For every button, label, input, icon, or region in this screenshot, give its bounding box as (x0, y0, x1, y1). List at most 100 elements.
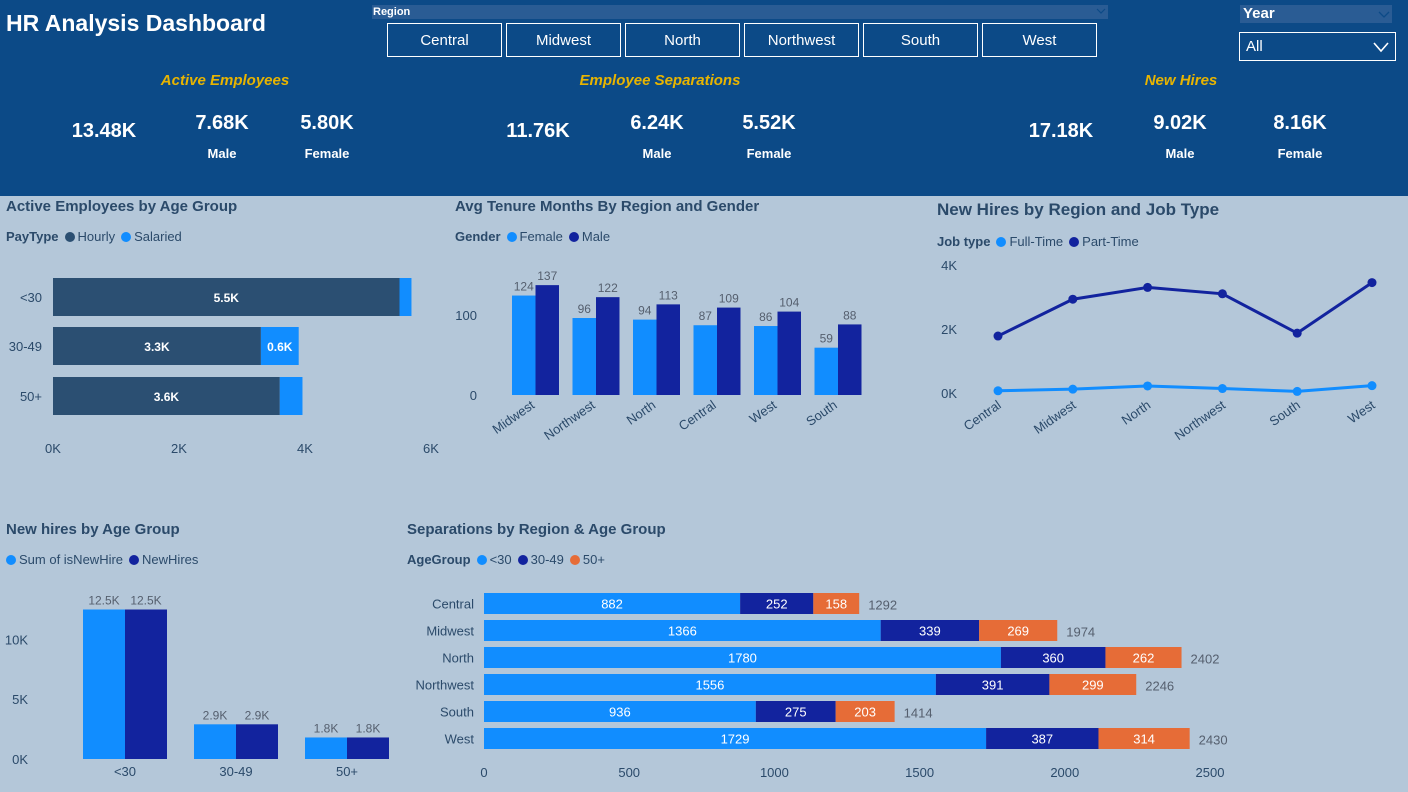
y-tick-label: 10K (5, 632, 28, 647)
chevron-down-icon[interactable] (1096, 6, 1106, 16)
y-tick-label: Northwest (415, 678, 474, 693)
bar (777, 311, 801, 395)
data-label: 109 (719, 292, 739, 306)
data-label: 5.5K (214, 291, 240, 305)
data-label: 0.6K (267, 340, 293, 354)
kpi-newhires-total: 17.18K (1028, 120, 1094, 142)
year-filter-label: Year (1240, 5, 1392, 23)
legend-item-under30[interactable]: <30 (476, 552, 512, 567)
data-label: 12.5K (88, 594, 119, 608)
region-button-south[interactable]: South (863, 23, 978, 57)
data-label: 391 (982, 678, 1004, 693)
total-label: 2246 (1145, 679, 1174, 694)
total-label: 1292 (868, 598, 897, 613)
legend-label: Part-Time (1082, 234, 1139, 249)
y-tick-label: West (445, 732, 475, 747)
x-tick-label: South (1266, 397, 1302, 429)
bar (754, 326, 778, 395)
legend-item-male[interactable]: Male (568, 229, 610, 244)
y-tick-label: Central (432, 597, 474, 612)
legend-item-full-time[interactable]: Full-Time (996, 234, 1063, 249)
data-label: 87 (699, 309, 713, 323)
data-point (1068, 384, 1078, 394)
legend-label: 30-49 (530, 552, 564, 567)
legend-dot-icon (6, 554, 16, 565)
data-label: 12.5K (130, 594, 161, 608)
legend-dot-icon (64, 231, 75, 242)
y-tick-label: North (442, 651, 474, 666)
chart-new-hires-job: 0K 2K 4K Central Midwest North Northwest South W… (941, 258, 1378, 443)
x-tick-label: Northwest (1172, 397, 1229, 443)
x-tick-label: 4K (297, 441, 313, 456)
y-tick-label: 5K (12, 692, 28, 707)
legend-item-50plus[interactable]: 50+ (569, 552, 605, 567)
legend-dot-icon (996, 236, 1007, 247)
region-button-west[interactable]: West (982, 23, 1097, 57)
data-label: 1366 (668, 624, 697, 639)
legend-item-sum-isnewhire[interactable]: Sum of isNewHire (6, 552, 123, 567)
x-tick-label: North (624, 397, 659, 428)
data-point (993, 331, 1003, 341)
legend-item-part-time[interactable]: Part-Time (1069, 234, 1139, 249)
data-point (1292, 328, 1302, 338)
data-label: 360 (1042, 651, 1064, 666)
data-label: 2.9K (203, 708, 228, 722)
region-button-northwest[interactable]: Northwest (744, 23, 859, 57)
data-label: 113 (659, 288, 678, 302)
legend-label: Hourly (77, 229, 116, 244)
data-label: 1.8K (356, 721, 381, 735)
region-filter-label: Region (372, 5, 1108, 19)
legend-item-newhires[interactable]: NewHires (129, 552, 198, 567)
data-label: 269 (1007, 624, 1029, 639)
chart-title-new-hires-job: New Hires by Region and Job Type (937, 200, 1220, 219)
bar (236, 724, 278, 759)
bar (693, 325, 717, 395)
year-select[interactable]: All (1239, 32, 1396, 61)
x-tick-label: 6K (423, 441, 439, 456)
y-tick-label: 0 (470, 388, 477, 403)
kpi-title-active: Active Employees (160, 72, 290, 89)
data-label: 387 (1031, 732, 1053, 747)
legend-avg-tenure: Gender Female Male (455, 229, 616, 244)
x-tick-label: 30-49 (219, 764, 252, 779)
legend-item-salaried[interactable]: Salaried (121, 229, 182, 244)
x-tick-label: 2500 (1196, 765, 1225, 780)
data-label: 1729 (721, 732, 750, 747)
bar (347, 737, 389, 759)
x-tick-label: South (803, 397, 839, 429)
chevron-down-icon[interactable] (1378, 9, 1390, 19)
data-label: 936 (609, 705, 631, 720)
data-label: 137 (537, 269, 557, 283)
legend-label: Sum of isNewHire (19, 552, 124, 567)
x-tick-label: 0 (480, 765, 487, 780)
y-tick-label: 100 (455, 308, 477, 323)
data-label: 339 (919, 624, 941, 639)
data-label: 158 (825, 597, 847, 612)
legend-dot-icon (569, 554, 580, 565)
legend-label: 50+ (582, 552, 605, 567)
dashboard-title: HR Analysis Dashboard (6, 10, 266, 36)
region-button-midwest[interactable]: Midwest (506, 23, 621, 57)
legend-item-30-49[interactable]: 30-49 (517, 552, 564, 567)
kpi-active-female-label: Female (304, 146, 350, 161)
data-label: 275 (785, 705, 807, 720)
legend-item-hourly[interactable]: Hourly (64, 229, 116, 244)
bar (83, 609, 125, 759)
total-label: 2402 (1191, 652, 1220, 667)
data-label: 262 (1133, 651, 1155, 666)
total-label: 1414 (904, 706, 933, 721)
legend-dot-icon (476, 554, 487, 565)
data-label: 1556 (695, 678, 724, 693)
region-button-north[interactable]: North (625, 23, 740, 57)
data-label: 252 (766, 597, 788, 612)
data-point (1143, 381, 1153, 391)
data-label: 124 (514, 280, 534, 294)
kpi-separations-total: 11.76K (506, 120, 570, 142)
bar (535, 285, 559, 395)
legend-dot-icon (1069, 236, 1080, 247)
x-tick-label: 0K (45, 441, 61, 456)
chevron-down-icon (1373, 42, 1389, 53)
legend-item-female[interactable]: Female (506, 229, 563, 244)
region-button-central[interactable]: Central (387, 23, 502, 57)
kpi-separations-female-label: Female (746, 146, 792, 161)
